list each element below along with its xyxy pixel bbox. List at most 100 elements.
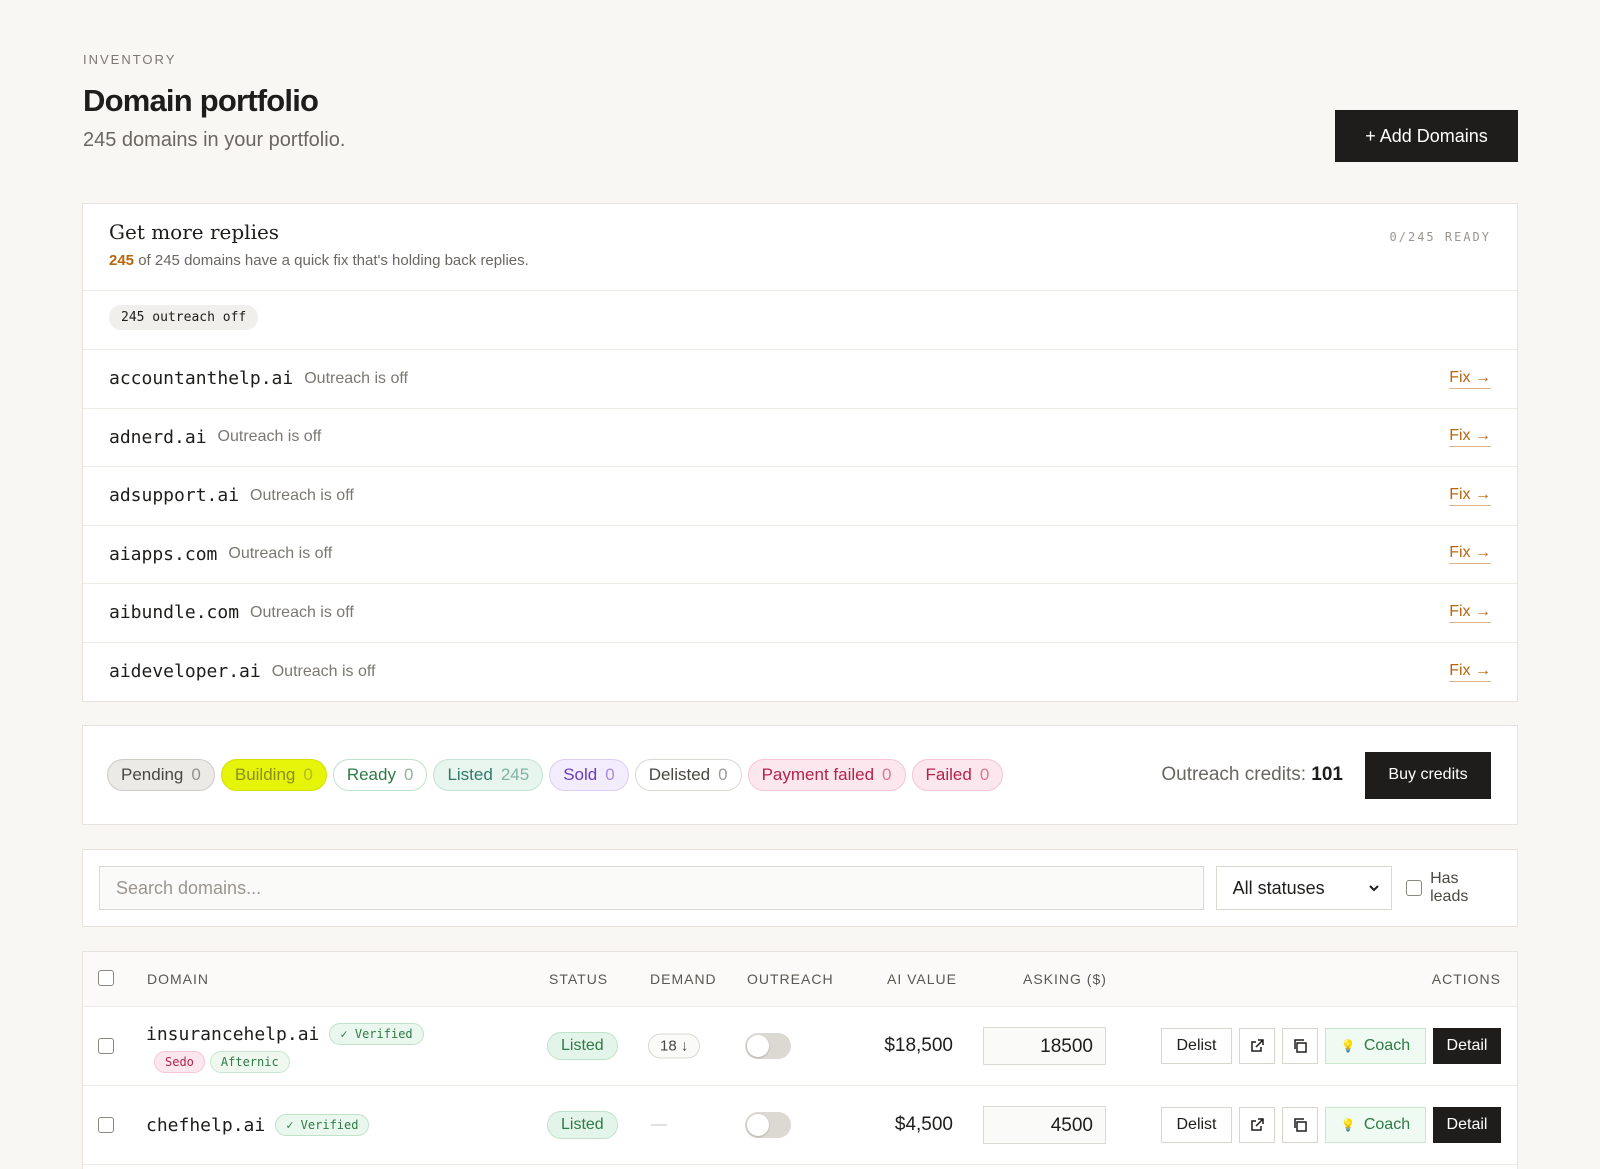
status-pill-label: Payment failed: [761, 765, 875, 784]
col-demand[interactable]: DEMAND: [650, 971, 717, 987]
select-all-checkbox[interactable]: [98, 970, 114, 986]
status-pill-count: 0: [979, 765, 990, 784]
status-select[interactable]: All statuses: [1215, 866, 1393, 910]
fix-link[interactable]: Fix →: [1449, 369, 1491, 389]
coach-button[interactable]: 💡 Coach: [1325, 1028, 1426, 1064]
status-pill-count: 0: [882, 765, 892, 784]
detail-button[interactable]: Detail: [1433, 1107, 1501, 1143]
lightbulb-icon: 💡: [1340, 1118, 1356, 1132]
table-header: DOMAIN STATUS DEMAND OUTREACH AI VALUE A…: [83, 952, 1517, 1007]
status-pill-delisted[interactable]: Delisted 0: [634, 759, 742, 791]
list-item: adnerd.ai Outreach is off Fix →: [83, 409, 1517, 467]
fix-note: Outreach is off: [271, 662, 376, 680]
asking-price-input[interactable]: 18500: [983, 1027, 1106, 1065]
status-select-value: All statuses: [1232, 877, 1325, 898]
list-item: aideveloper.ai Outreach is off Fix →: [83, 643, 1517, 702]
domains-table: DOMAIN STATUS DEMAND OUTREACH AI VALUE A…: [82, 951, 1518, 1169]
table-row: chefhelp.ai ✓ Verified Listed — $4,500 4500 De…: [83, 1086, 1517, 1165]
col-outreach[interactable]: OUTREACH: [747, 971, 834, 987]
fix-note: Outreach is off: [250, 603, 354, 621]
page-title: Domain portfolio: [83, 83, 319, 118]
status-pill-listed[interactable]: Listed 245: [433, 759, 544, 791]
verified-badge: ✓ Verified: [329, 1023, 424, 1045]
status-pill-label: Ready: [346, 765, 396, 784]
copy-icon: [1294, 1118, 1307, 1132]
status-pill-label: Listed: [447, 765, 493, 784]
coach-label: Coach: [1363, 1116, 1411, 1133]
demand-badge: —: [651, 1116, 667, 1133]
status-pill-label: Building: [234, 765, 296, 784]
has-leads-checkbox[interactable]: [1406, 880, 1423, 896]
outreach-off-chip[interactable]: 245 outreach off: [109, 305, 259, 330]
status-pill-label: Failed: [925, 765, 972, 784]
domain-name[interactable]: insurancehelp.ai: [146, 1024, 319, 1045]
filters-bar: All statuses Has leads: [82, 849, 1518, 927]
fix-link[interactable]: Fix →: [1449, 486, 1491, 506]
marketplace-tag: Afternic: [209, 1051, 290, 1073]
domain-name[interactable]: chefhelp.ai: [146, 1115, 265, 1136]
outreach-toggle[interactable]: [745, 1033, 791, 1059]
fix-link[interactable]: Fix →: [1449, 427, 1491, 448]
has-leads-filter[interactable]: Has leads: [1406, 870, 1501, 906]
status-pill-count: 0: [605, 765, 615, 784]
replies-header: Get more replies 245 of 245 domains have…: [83, 204, 1517, 291]
fix-link[interactable]: Fix →: [1449, 662, 1491, 682]
outreach-toggle[interactable]: [745, 1112, 791, 1138]
status-pill-count: 245: [500, 765, 530, 784]
col-actions: ACTIONS: [1431, 971, 1501, 987]
delist-button[interactable]: Delist: [1161, 1028, 1232, 1064]
external-link-button[interactable]: [1239, 1028, 1275, 1064]
col-status[interactable]: STATUS: [549, 971, 608, 987]
demand-badge: 18 ↓: [648, 1033, 701, 1059]
status-pill-failed[interactable]: Failed 0: [911, 759, 1004, 791]
fix-domain: adsupport.ai: [109, 485, 240, 507]
status-filter-bar: Pending 0 Building 0 Ready 0 Listed 245 Sold 0 Del…: [82, 725, 1518, 825]
asking-price-input[interactable]: 4500: [983, 1106, 1106, 1144]
status-pill-count: 0: [303, 765, 313, 784]
ready-count: 0/245 READY: [1389, 230, 1491, 244]
row-checkbox[interactable]: [98, 1117, 114, 1133]
copy-button[interactable]: [1282, 1028, 1318, 1064]
external-link-icon: [1251, 1118, 1264, 1131]
status-pill-sold[interactable]: Sold 0: [549, 759, 629, 791]
buy-credits-button[interactable]: Buy credits: [1365, 751, 1491, 799]
replies-chip-row: 245 outreach off: [83, 291, 1517, 350]
col-asking[interactable]: ASKING ($): [1023, 971, 1107, 987]
external-link-button[interactable]: [1239, 1107, 1275, 1143]
status-pills: Pending 0 Building 0 Ready 0 Listed 245 Sold 0 Del…: [107, 759, 1009, 791]
coach-button[interactable]: 💡 Coach: [1325, 1107, 1426, 1143]
verified-badge: ✓ Verified: [275, 1114, 370, 1136]
status-pill-ready[interactable]: Ready 0: [332, 759, 428, 791]
search-input[interactable]: [99, 866, 1204, 910]
fix-link[interactable]: Fix →: [1449, 603, 1491, 623]
toggle-knob: [747, 1035, 769, 1057]
delist-button[interactable]: Delist: [1161, 1107, 1232, 1143]
replies-description-text: of 245 domains have a quick fix that's h…: [134, 252, 529, 269]
external-link-icon: [1251, 1039, 1264, 1052]
status-pill-building[interactable]: Building 0: [220, 759, 327, 791]
list-item: aibundle.com Outreach is off Fix →: [83, 584, 1517, 643]
col-ai-value[interactable]: AI VALUE: [887, 971, 957, 987]
fix-note: Outreach is off: [228, 545, 333, 563]
col-domain[interactable]: DOMAIN: [147, 971, 209, 987]
ai-value: $18,500: [884, 1035, 953, 1056]
detail-button[interactable]: Detail: [1433, 1028, 1501, 1064]
credits-label: Outreach credits:: [1161, 764, 1312, 785]
marketplace-tags: Sedo Afternic: [154, 1051, 424, 1073]
status-pill-label: Pending: [121, 765, 184, 784]
status-pill-count: 0: [718, 765, 728, 784]
coach-label: Coach: [1363, 1037, 1411, 1054]
add-domains-button[interactable]: + Add Domains: [1335, 110, 1518, 162]
status-pill-label: Sold: [563, 765, 598, 784]
fix-link[interactable]: Fix →: [1449, 544, 1491, 565]
status-pill-payment-failed[interactable]: Payment failed 0: [747, 759, 906, 791]
copy-button[interactable]: [1282, 1107, 1318, 1143]
row-actions: Delist 💡 Coach Detail: [1161, 1028, 1501, 1064]
row-checkbox[interactable]: [98, 1038, 114, 1054]
credits-value: 101: [1311, 764, 1343, 785]
replies-description: 245 of 245 domains have a quick fix that…: [109, 252, 1491, 269]
status-pill-pending[interactable]: Pending 0: [107, 759, 215, 791]
marketplace-tag: Sedo: [154, 1051, 205, 1073]
domain-line: chefhelp.ai ✓ Verified: [146, 1114, 370, 1136]
outreach-credits: Outreach credits: 101: [1161, 764, 1343, 786]
